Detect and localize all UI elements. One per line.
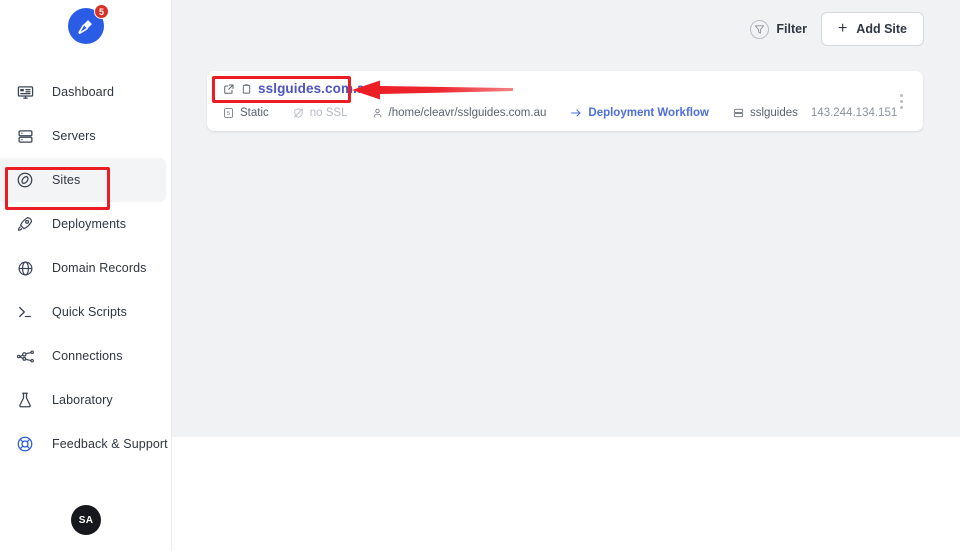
connections-icon [14,345,36,367]
sidebar-item-dashboard[interactable]: Dashboard [0,70,172,114]
sidebar: 5 Dashboard Servers Sites Deployments Do… [0,0,172,551]
cleaver-glyph [78,20,92,34]
lifebuoy-icon [14,433,36,455]
site-options-menu-icon[interactable] [893,91,909,111]
copy-icon[interactable] [241,83,252,95]
server-ip-label: 143.244.134.151 [810,107,898,119]
svg-text:5: 5 [227,111,230,117]
sidebar-item-feedback-support[interactable]: Feedback & Support [0,422,172,466]
static-type-icon: 5 [223,107,234,119]
sidebar-item-domain-records[interactable]: Domain Records [0,246,172,290]
sidebar-item-label: Dashboard [52,85,115,99]
site-card[interactable]: sslguides.com.au 5 Static no SSL /home/c… [207,71,923,131]
servers-icon [14,125,36,147]
toolbar: Filter + Add Site [750,12,924,46]
site-type: 5 Static [223,107,269,119]
kebab-dot [899,99,903,103]
sidebar-item-label: Laboratory [52,393,113,407]
kebab-dot [899,93,903,97]
server-icon [733,107,744,119]
sidebar-item-servers[interactable]: Servers [0,114,172,158]
sidebar-item-label: Deployments [52,217,127,231]
sidebar-item-sites[interactable]: Sites [0,158,166,202]
dashboard-icon [14,81,36,103]
sidebar-item-label: Domain Records [52,261,147,275]
sidebar-item-label: Quick Scripts [52,305,127,319]
deployment-workflow-label: Deployment Workflow [588,107,709,119]
site-ssl-status: no SSL [293,107,348,119]
add-site-label: Add Site [856,22,907,36]
sidebar-nav: Dashboard Servers Sites Deployments Doma… [0,70,172,466]
compass-icon [14,169,36,191]
server-name-label: sslguides [749,107,798,119]
site-path: /home/cleavr/sslguides.com.au [372,107,547,119]
avatar[interactable]: SA [71,505,101,535]
site-card-header: sslguides.com.au [223,81,373,96]
add-site-button[interactable]: + Add Site [820,12,924,46]
app-root: 5 Dashboard Servers Sites Deployments Do… [0,0,960,551]
no-ssl-shield-icon [293,107,304,119]
site-server[interactable]: sslguides 143.244.134.151 [733,107,897,119]
sidebar-item-quick-scripts[interactable]: Quick Scripts [0,290,172,334]
sidebar-item-connections[interactable]: Connections [0,334,172,378]
user-icon [372,107,383,119]
cleaver-logo-icon[interactable]: 5 [68,4,109,44]
site-ssl-label: no SSL [309,107,348,119]
site-path-label: /home/cleavr/sslguides.com.au [388,107,547,119]
user-menu[interactable]: SA [0,505,172,535]
site-name-link[interactable]: sslguides.com.au [258,81,373,96]
terminal-icon [14,301,36,323]
sidebar-item-label: Feedback & Support [52,437,168,451]
app-logo[interactable]: 5 [0,4,172,44]
plus-icon: + [837,20,848,37]
sidebar-item-label: Servers [52,129,96,143]
rocket-icon [14,213,36,235]
flask-icon [14,389,36,411]
site-meta-row: 5 Static no SSL /home/cleavr/sslguides.c… [223,107,897,119]
notification-badge: 5 [94,4,109,19]
arrow-right-icon [570,107,582,119]
filter-button[interactable]: Filter [750,19,807,39]
sidebar-item-label: Sites [52,173,81,187]
sidebar-item-deployments[interactable]: Deployments [0,202,172,246]
filter-icon [750,19,770,39]
filter-label: Filter [776,22,807,36]
site-type-label: Static [240,107,269,119]
kebab-dot [899,105,903,109]
deployment-workflow-link[interactable]: Deployment Workflow [570,107,709,119]
main-content: Filter + Add Site sslguides.com.au 5 Sta… [172,0,960,437]
globe-icon [14,257,36,279]
sidebar-item-label: Connections [52,349,123,363]
external-link-icon[interactable] [223,83,235,95]
sidebar-item-laboratory[interactable]: Laboratory [0,378,172,422]
